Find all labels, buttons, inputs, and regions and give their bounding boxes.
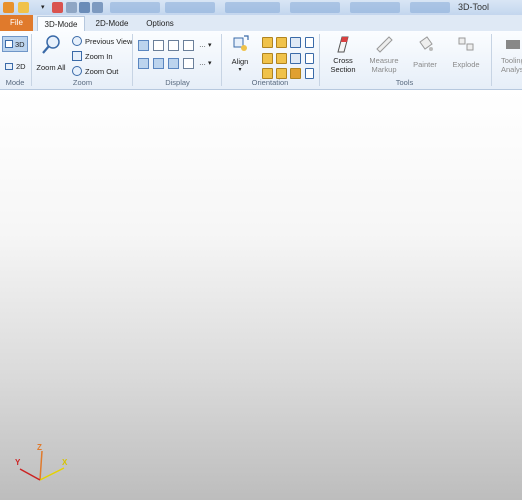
view-left-icon[interactable] — [290, 37, 301, 48]
group-label-zoom: Zoom — [72, 78, 93, 87]
group-label-mode: Mode — [5, 78, 25, 87]
cross-section-icon — [337, 36, 349, 53]
explode-label: Explode — [452, 60, 480, 69]
window-title: 3D-Tool — [458, 2, 490, 12]
zoom-all-label: Zoom All — [36, 63, 66, 72]
ribbon-tab-row: File 3D-Mode 2D-Mode Options — [0, 15, 522, 31]
zoom-in-button[interactable]: Zoom In — [72, 50, 113, 62]
group-label-orientation: Orientation — [251, 78, 289, 87]
print-icon[interactable] — [66, 2, 77, 13]
cross-section-label-1: Cross — [333, 56, 353, 65]
rotate-90-icon[interactable] — [305, 37, 314, 48]
previous-view-icon — [72, 36, 82, 46]
zoom-in-icon — [72, 51, 82, 61]
screen-icon[interactable] — [92, 2, 103, 13]
view-front-icon[interactable] — [262, 37, 273, 48]
tooling-label-2: Analysis — [501, 65, 522, 74]
zoom-all-button[interactable]: Zoom All — [35, 34, 67, 72]
group-label-display: Display — [165, 78, 190, 87]
background-window-tab — [410, 2, 450, 13]
tab-2d-mode[interactable]: 2D-Mode — [89, 16, 135, 31]
axis-label-z: Z — [37, 443, 42, 452]
zoom-all-icon — [42, 35, 60, 54]
mode-2d-label: 2D — [16, 61, 26, 71]
title-bar: ▾ 3D-Tool — [0, 0, 522, 15]
align-button[interactable]: Align ▾ — [226, 34, 254, 73]
settings-display-icon[interactable] — [183, 58, 194, 69]
background-window-tab — [350, 2, 400, 13]
tab-file[interactable]: File — [0, 15, 33, 31]
3d-viewport[interactable]: Z X Y — [0, 90, 522, 500]
tooling-analysis-button[interactable]: Tooling Analysis — [495, 34, 522, 74]
cross-section-label-2: Section — [330, 65, 356, 74]
mode-3d-button[interactable]: 3D — [2, 36, 28, 52]
tab-3d-mode[interactable]: 3D-Mode — [37, 16, 85, 31]
zoom-out-icon — [72, 66, 82, 76]
explode-button[interactable]: Explode — [446, 34, 486, 69]
export-icon[interactable] — [79, 2, 90, 13]
wireframe-icon[interactable] — [183, 40, 194, 51]
open-folder-icon[interactable] — [18, 2, 29, 13]
zoom-out-button[interactable]: Zoom Out — [72, 65, 118, 77]
group-separator — [31, 34, 32, 86]
annotations-icon[interactable] — [153, 58, 164, 69]
ribbon-panel: 3D 2D Mode Zoom All Previous View Zoom I… — [0, 31, 522, 90]
group-separator — [491, 34, 492, 86]
zoom-in-label: Zoom In — [85, 51, 113, 61]
mode-3d-label: 3D — [15, 39, 25, 49]
cube-3d-icon — [5, 40, 13, 48]
measure-label-2: Markup — [371, 65, 397, 74]
dropdown-arrow-icon[interactable]: ▾ — [41, 3, 47, 14]
view-back-icon[interactable] — [276, 37, 287, 48]
hidden-lines-icon[interactable] — [168, 40, 179, 51]
tab-options[interactable]: Options — [138, 16, 182, 31]
background-window-tab — [165, 2, 215, 13]
close-file-icon[interactable] — [52, 2, 63, 13]
background-window-tab — [290, 2, 340, 13]
background-window-tab — [110, 2, 160, 13]
group-separator — [221, 34, 222, 86]
transparency-icon[interactable] — [168, 58, 179, 69]
align-icon — [233, 35, 249, 51]
edges-icon[interactable] — [138, 58, 149, 69]
tooling-label-1: Tooling — [501, 56, 522, 65]
plane-2d-icon — [5, 62, 13, 70]
rotate-180-icon[interactable] — [305, 53, 314, 64]
align-dropdown-icon[interactable]: ▾ — [226, 66, 254, 73]
measure-markup-button[interactable]: Measure Markup — [364, 34, 404, 74]
axis-triad — [19, 450, 65, 481]
group-label-tools: Tools — [395, 78, 414, 87]
shaded-edges-icon[interactable] — [153, 40, 164, 51]
shaded-view-icon[interactable] — [138, 40, 149, 51]
view-top-icon[interactable] — [276, 53, 287, 64]
previous-view-label: Previous View — [85, 36, 133, 46]
axis-label-x: X — [62, 458, 68, 467]
group-separator — [132, 34, 133, 86]
painter-label: Painter — [413, 60, 437, 69]
painter-button[interactable]: Painter — [406, 34, 444, 69]
zoom-out-label: Zoom Out — [85, 66, 119, 76]
previous-view-button[interactable]: Previous View — [72, 35, 132, 47]
view-right-icon[interactable] — [262, 53, 273, 64]
tooling-icon — [506, 40, 520, 49]
view-bottom-icon[interactable] — [290, 53, 301, 64]
app-logo-icon — [3, 2, 14, 13]
ruler-icon — [376, 36, 393, 53]
explode-icon — [458, 37, 474, 51]
measure-label-1: Measure — [369, 56, 399, 65]
display-more-dropdown-2[interactable]: … ▾ — [199, 59, 211, 67]
mode-2d-button[interactable]: 2D — [2, 59, 28, 73]
cross-section-button[interactable]: Cross Section — [323, 34, 363, 74]
group-separator — [319, 34, 320, 86]
display-more-dropdown[interactable]: … ▾ — [199, 41, 211, 49]
paint-bucket-icon — [419, 36, 433, 51]
axis-label-y: Y — [15, 458, 21, 467]
background-window-tab — [225, 2, 280, 13]
align-label: Align — [231, 57, 249, 66]
